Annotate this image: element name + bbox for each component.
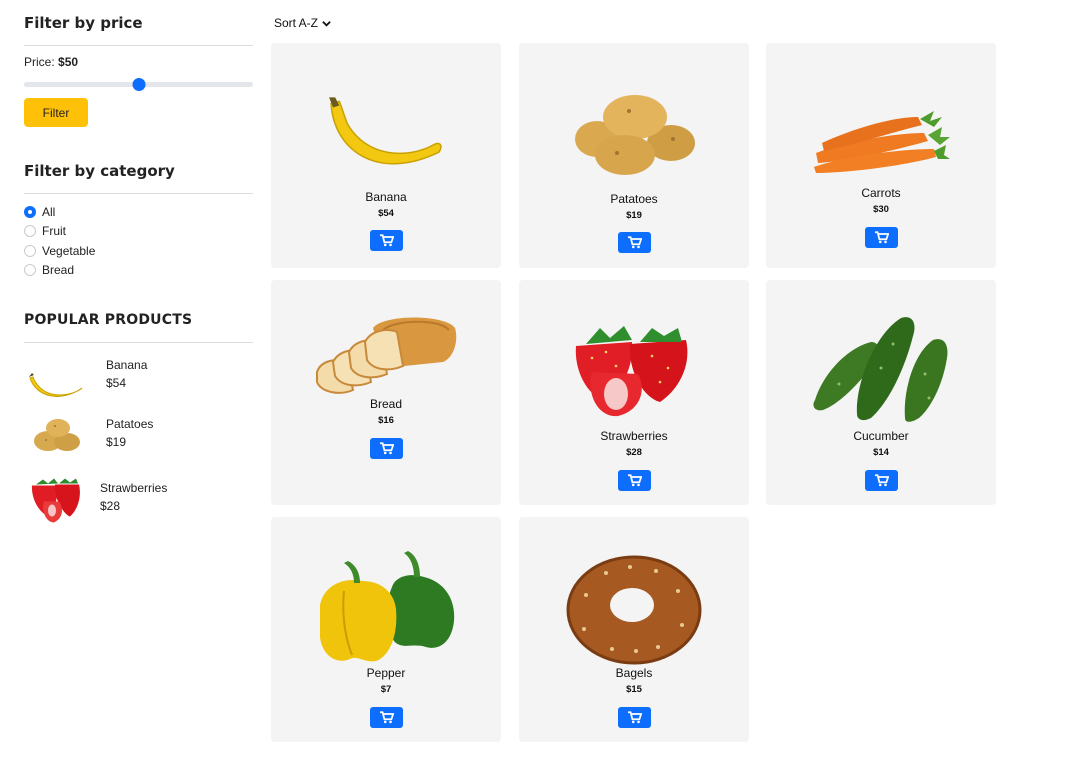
product-price: $7 [380, 684, 392, 695]
product-name: Patatoes [610, 192, 658, 206]
cart-icon [379, 442, 394, 455]
bagel-icon [566, 555, 702, 665]
add-to-cart-button[interactable] [618, 232, 651, 253]
price-value: $50 [58, 55, 79, 69]
price-readout: Price: $50 [24, 55, 78, 69]
product-price: $30 [873, 204, 889, 215]
category-option-fruit[interactable]: Fruit [24, 222, 95, 242]
cart-icon [379, 711, 394, 724]
price-slider-thumb[interactable] [132, 78, 145, 91]
category-radio-group: All Fruit Vegetable Bread [24, 202, 95, 280]
category-filter-heading: Filter by category [24, 162, 175, 180]
cart-icon [627, 236, 642, 249]
category-option-bread[interactable]: Bread [24, 261, 95, 281]
carrots-icon [814, 111, 950, 173]
product-card[interactable]: Patatoes $19 [519, 43, 749, 268]
add-to-cart-button[interactable] [370, 438, 403, 459]
price-label: Price: [24, 55, 55, 69]
popular-item-name: Strawberries [100, 481, 168, 495]
sort-label: Sort A-Z [274, 16, 319, 30]
cart-icon [379, 234, 394, 247]
product-card[interactable]: Pepper $7 [271, 517, 501, 742]
popular-item-name: Banana [106, 358, 148, 372]
radio-label: Vegetable [42, 243, 96, 258]
price-filter-heading: Filter by price [24, 14, 143, 32]
divider [24, 342, 253, 343]
divider [24, 45, 253, 46]
category-option-all[interactable]: All [24, 202, 95, 222]
product-name: Banana [365, 190, 407, 204]
chevron-down-icon [322, 20, 331, 27]
product-price: $14 [873, 447, 889, 458]
radio-button[interactable] [24, 264, 36, 277]
product-card[interactable]: Banana $54 [271, 43, 501, 268]
popular-item-price: $28 [100, 499, 121, 513]
product-name: Bread [369, 397, 403, 411]
radio-label: All [42, 204, 56, 219]
cart-icon [874, 474, 889, 487]
popular-item-price: $54 [106, 376, 127, 390]
product-card[interactable]: Bagels $15 [519, 517, 749, 742]
cart-icon [627, 474, 642, 487]
filter-button[interactable]: Filter [24, 98, 88, 127]
add-to-cart-button[interactable] [618, 470, 651, 491]
product-price: $19 [626, 210, 642, 221]
banana-icon [329, 97, 442, 165]
radio-label: Fruit [42, 224, 66, 239]
potatoes-icon [575, 95, 695, 175]
product-name: Pepper [366, 666, 406, 680]
add-to-cart-button[interactable] [865, 227, 898, 248]
popular-item[interactable]: Patatoes $19 [24, 408, 253, 468]
cucumber-icon [813, 317, 948, 422]
radio-button[interactable] [24, 244, 36, 257]
price-slider[interactable] [24, 78, 253, 91]
product-price: $54 [378, 208, 394, 219]
product-card[interactable]: Cucumber $14 [766, 280, 996, 505]
popular-item[interactable]: Strawberries $28 [24, 470, 253, 530]
strawberries-icon [575, 326, 688, 417]
add-to-cart-button[interactable] [618, 707, 651, 728]
popular-products-heading: POPULAR PRODUCTS [24, 312, 193, 328]
radio-button[interactable] [24, 205, 36, 218]
add-to-cart-button[interactable] [370, 707, 403, 728]
banana-icon [29, 373, 83, 397]
product-card[interactable]: Strawberries $28 [519, 280, 749, 505]
radio-button[interactable] [24, 225, 36, 238]
product-price: $16 [378, 415, 394, 426]
popular-item-price: $19 [106, 435, 127, 449]
potatoes-icon [34, 419, 80, 451]
product-card[interactable]: Carrots $30 [766, 43, 996, 268]
product-name: Carrots [861, 186, 901, 200]
strawberries-icon [31, 478, 80, 523]
product-price: $28 [626, 447, 642, 458]
pepper-icon [320, 551, 455, 662]
product-name: Cucumber [853, 429, 909, 443]
radio-label: Bread [42, 263, 75, 278]
cart-icon [874, 231, 889, 244]
product-card[interactable]: Bread $16 [271, 280, 501, 505]
divider [24, 193, 253, 194]
popular-item[interactable]: Banana $54 [24, 352, 253, 412]
add-to-cart-button[interactable] [370, 230, 403, 251]
cart-icon [627, 711, 642, 724]
product-price: $15 [626, 684, 642, 695]
sort-dropdown[interactable]: Sort A-Z [274, 16, 331, 30]
add-to-cart-button[interactable] [865, 470, 898, 491]
product-name: Bagels [615, 666, 653, 680]
popular-item-name: Patatoes [106, 417, 154, 431]
category-option-vegetable[interactable]: Vegetable [24, 241, 95, 261]
bread-icon [316, 317, 457, 394]
product-name: Strawberries [600, 429, 668, 443]
